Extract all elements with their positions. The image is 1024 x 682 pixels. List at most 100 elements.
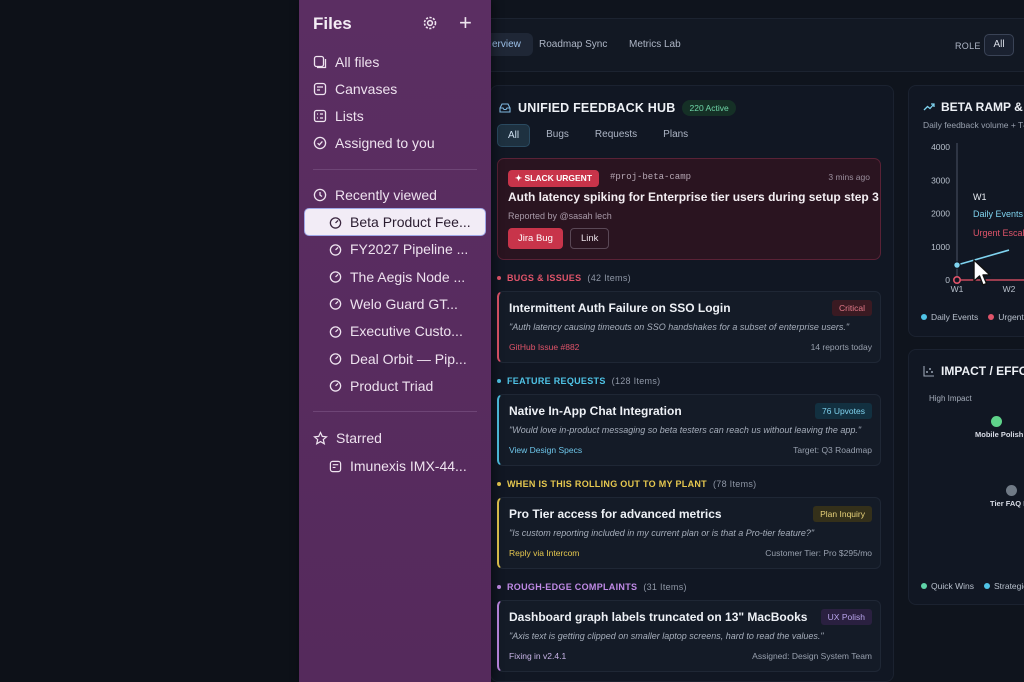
dashboard-icon (329, 325, 342, 338)
sidebar-item-lists[interactable]: Lists (313, 108, 364, 124)
urgent-alert-card[interactable]: ✦ SLACK URGENT #proj-beta-camp 3 mins ag… (497, 158, 881, 260)
files-icon (313, 55, 327, 69)
label-tier-faq: Tier FAQ D (990, 499, 1024, 508)
slack-urgent-tag: ✦ SLACK URGENT (508, 170, 600, 187)
dashboard-icon (329, 244, 342, 256)
sidebar-divider (313, 169, 477, 170)
feedback-card[interactable]: Dashboard graph labels truncated on 13" … (497, 600, 881, 672)
dashboard-icon (329, 380, 342, 393)
feedback-card[interactable]: Intermittent Auth Failure on SSO Login Cr… (497, 291, 881, 363)
filter-tabs: All Bugs Requests Plans (497, 124, 698, 147)
section-header: ROUGH-EDGE COMPLAINTS (31 Items) (497, 582, 687, 592)
recent-item[interactable]: Executive Custo... (329, 323, 463, 339)
left-gutter (0, 0, 299, 682)
card-title: Native In-App Chat Integration (509, 404, 682, 418)
section-header: FEATURE REQUESTS (128 Items) (497, 376, 660, 386)
card-title: Intermittent Auth Failure on SSO Login (509, 301, 731, 315)
section-dot (497, 585, 501, 589)
recent-item[interactable]: Deal Orbit — Pip... (329, 351, 467, 367)
dashboard-icon (329, 298, 342, 311)
channel-name: #proj-beta-camp (610, 172, 692, 182)
beta-ramp-chart: 40003000200010000W1 W2W1Daily EventsUrgen… (931, 142, 1024, 294)
recent-item[interactable]: Product Triad (329, 378, 433, 394)
jira-bug-button[interactable]: Jira Bug (508, 228, 563, 249)
sidebar-title: Files (313, 14, 352, 33)
card-meta: Customer Tier: Pro $295/mo (765, 548, 872, 558)
role-select[interactable]: All (984, 34, 1014, 56)
legend-strategic: Strategic (983, 581, 1024, 591)
filter-plans[interactable]: Plans (653, 124, 698, 147)
gear-icon[interactable] (421, 14, 439, 32)
recent-item[interactable]: Welo Guard GT... (329, 296, 458, 312)
card-quote: "Is custom reporting included in my curr… (509, 528, 815, 538)
impact-legend: Quick Wins Strategic (921, 581, 1024, 591)
feedback-card[interactable]: Native In-App Chat Integration 76 Upvotes… (497, 394, 881, 466)
star-icon (313, 430, 328, 445)
label-mobile-polish: Mobile Polish (975, 430, 1024, 439)
ramp-subtitle: Daily feedback volume + T48 (923, 120, 1024, 130)
y-tick-label: 1000 (931, 242, 950, 252)
filter-bugs[interactable]: Bugs (536, 124, 579, 147)
sidebar-item-assigned[interactable]: Assigned to you (313, 135, 435, 151)
top-nav-bar: erview Roadmap Sync Metrics Lab ROLE All (460, 18, 1024, 72)
high-impact-label: High Impact (929, 394, 972, 403)
impact-effort-card: IMPACT / EFFO High Impact Mobile Polish … (908, 349, 1024, 605)
recent-item[interactable]: Beta Product Fee... (305, 209, 485, 235)
tooltip-line-2: Urgent Escal (973, 228, 1024, 238)
urgent-title: Auth latency spiking for Enterprise tier… (508, 190, 879, 204)
recent-item[interactable]: FY2027 Pipeline ... (329, 241, 468, 257)
card-link[interactable]: GitHub Issue #882 (509, 342, 579, 352)
hub-header: UNIFIED FEEDBACK HUB 220 Active (499, 100, 736, 116)
feedback-card[interactable]: Pro Tier access for advanced metrics Plan… (497, 497, 881, 569)
point-tier-faq[interactable] (1006, 485, 1017, 496)
card-title: Dashboard graph labels truncated on 13" … (509, 610, 808, 624)
section-dot (497, 482, 501, 486)
impact-title: IMPACT / EFFO (923, 364, 1024, 378)
filter-requests[interactable]: Requests (585, 124, 647, 147)
starred-item[interactable]: Imunexis IMX-44... (329, 458, 467, 474)
feedback-hub-card: UNIFIED FEEDBACK HUB 220 Active All Bugs… (490, 85, 894, 682)
legend-quick-wins: Quick Wins (921, 581, 974, 591)
tab-roadmap-sync[interactable]: Roadmap Sync (539, 39, 607, 50)
active-count-badge: 220 Active (682, 100, 736, 116)
tooltip-line-1: Daily Events (973, 209, 1024, 219)
sidebar-item-all-files[interactable]: All files (313, 54, 379, 70)
recently-viewed-header[interactable]: Recently viewed (313, 187, 437, 203)
card-link[interactable]: Fixing in v2.4.1 (509, 651, 566, 661)
tab-overview[interactable]: erview (484, 33, 533, 56)
recent-item[interactable]: The Aegis Node ... (329, 269, 465, 285)
daily-events-point (953, 261, 961, 269)
starred-header[interactable]: Starred (313, 430, 382, 446)
dashboard-icon (329, 353, 342, 365)
card-badge: 76 Upvotes (815, 403, 872, 419)
card-badge: Plan Inquiry (813, 506, 872, 522)
x-tick-label: W2 (1003, 284, 1016, 294)
sidebar-item-canvases[interactable]: Canvases (313, 81, 397, 97)
add-icon[interactable]: + (459, 12, 472, 34)
card-badge: Critical (832, 300, 872, 316)
card-link[interactable]: View Design Specs (509, 445, 582, 455)
filter-all[interactable]: All (497, 124, 531, 147)
card-quote: "Would love in-product messaging so beta… (509, 425, 862, 435)
clock-icon (313, 188, 327, 202)
card-meta: Assigned: Design System Team (752, 651, 872, 661)
section-header: BUGS & ISSUES (42 Items) (497, 273, 631, 283)
files-sidebar: Files + All files Canvases Lists Assigne… (299, 0, 491, 682)
dashboard-icon (329, 216, 342, 229)
link-button[interactable]: Link (570, 228, 610, 249)
check-circle-icon (313, 136, 327, 150)
card-meta: 14 reports today (810, 342, 872, 352)
card-quote: "Auth latency causing timeouts on SSO ha… (509, 322, 850, 332)
role-label: ROLE (955, 41, 981, 51)
inbox-icon (499, 103, 511, 113)
trend-up-icon (923, 103, 935, 111)
ramp-title: BETA RAMP & (923, 100, 1023, 114)
y-tick-label: 2000 (931, 209, 950, 219)
tab-metrics-lab[interactable]: Metrics Lab (629, 39, 681, 50)
hub-title: UNIFIED FEEDBACK HUB (518, 101, 676, 115)
section-header: WHEN IS THIS ROLLING OUT TO MY PLANT (78 … (497, 479, 756, 489)
urgent-point (952, 276, 961, 285)
point-mobile-polish[interactable] (991, 416, 1002, 427)
section-dot (497, 379, 501, 383)
card-link[interactable]: Reply via Intercom (509, 548, 579, 558)
